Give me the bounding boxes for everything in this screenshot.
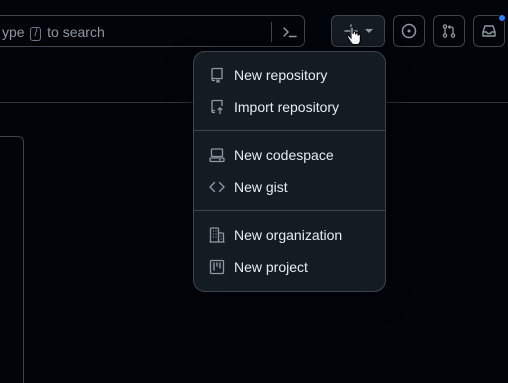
menu-item-new-gist[interactable]: New gist — [194, 171, 385, 203]
menu-item-label: New project — [234, 259, 308, 275]
menu-item-label: New repository — [234, 67, 328, 83]
menu-divider — [194, 130, 385, 131]
search-placeholder: ype / to search — [2, 24, 105, 41]
search-placeholder-suffix: to search — [47, 24, 105, 40]
menu-item-new-project[interactable]: New project — [194, 251, 385, 283]
menu-item-label: New codespace — [234, 147, 334, 163]
chevron-down-icon — [365, 29, 373, 33]
project-icon — [209, 259, 225, 275]
issues-button[interactable] — [393, 15, 425, 47]
page: ype / to search New repository Import re… — [0, 0, 508, 383]
git-pull-request-icon — [442, 24, 456, 38]
menu-item-import-repository[interactable]: Import repository — [194, 91, 385, 123]
search-input[interactable]: ype / to search — [0, 15, 305, 47]
menu-item-label: New gist — [234, 179, 288, 195]
hand-cursor-icon — [346, 26, 361, 45]
code-icon — [209, 181, 225, 193]
menu-item-label: New organization — [234, 227, 343, 243]
menu-divider — [194, 210, 385, 211]
pull-requests-button[interactable] — [433, 15, 465, 47]
notification-indicator — [498, 14, 506, 22]
create-new-dropdown: New repository Import repository New cod… — [193, 51, 386, 292]
command-palette-icon[interactable] — [282, 24, 298, 40]
menu-item-label: Import repository — [234, 99, 340, 115]
organization-icon — [209, 227, 225, 243]
menu-item-new-organization[interactable]: New organization — [194, 219, 385, 251]
search-divider — [271, 22, 272, 42]
issue-opened-icon — [401, 23, 417, 39]
content-panel — [0, 136, 24, 383]
inbox-button[interactable] — [473, 14, 506, 47]
menu-item-new-repository[interactable]: New repository — [194, 59, 385, 91]
inbox-icon — [482, 25, 496, 37]
codespaces-icon — [209, 148, 225, 163]
repo-push-icon — [211, 99, 223, 114]
search-shortcut-key: / — [30, 27, 42, 41]
menu-item-new-codespace[interactable]: New codespace — [194, 139, 385, 171]
repo-icon — [211, 67, 223, 83]
search-placeholder-prefix: ype — [2, 24, 25, 40]
